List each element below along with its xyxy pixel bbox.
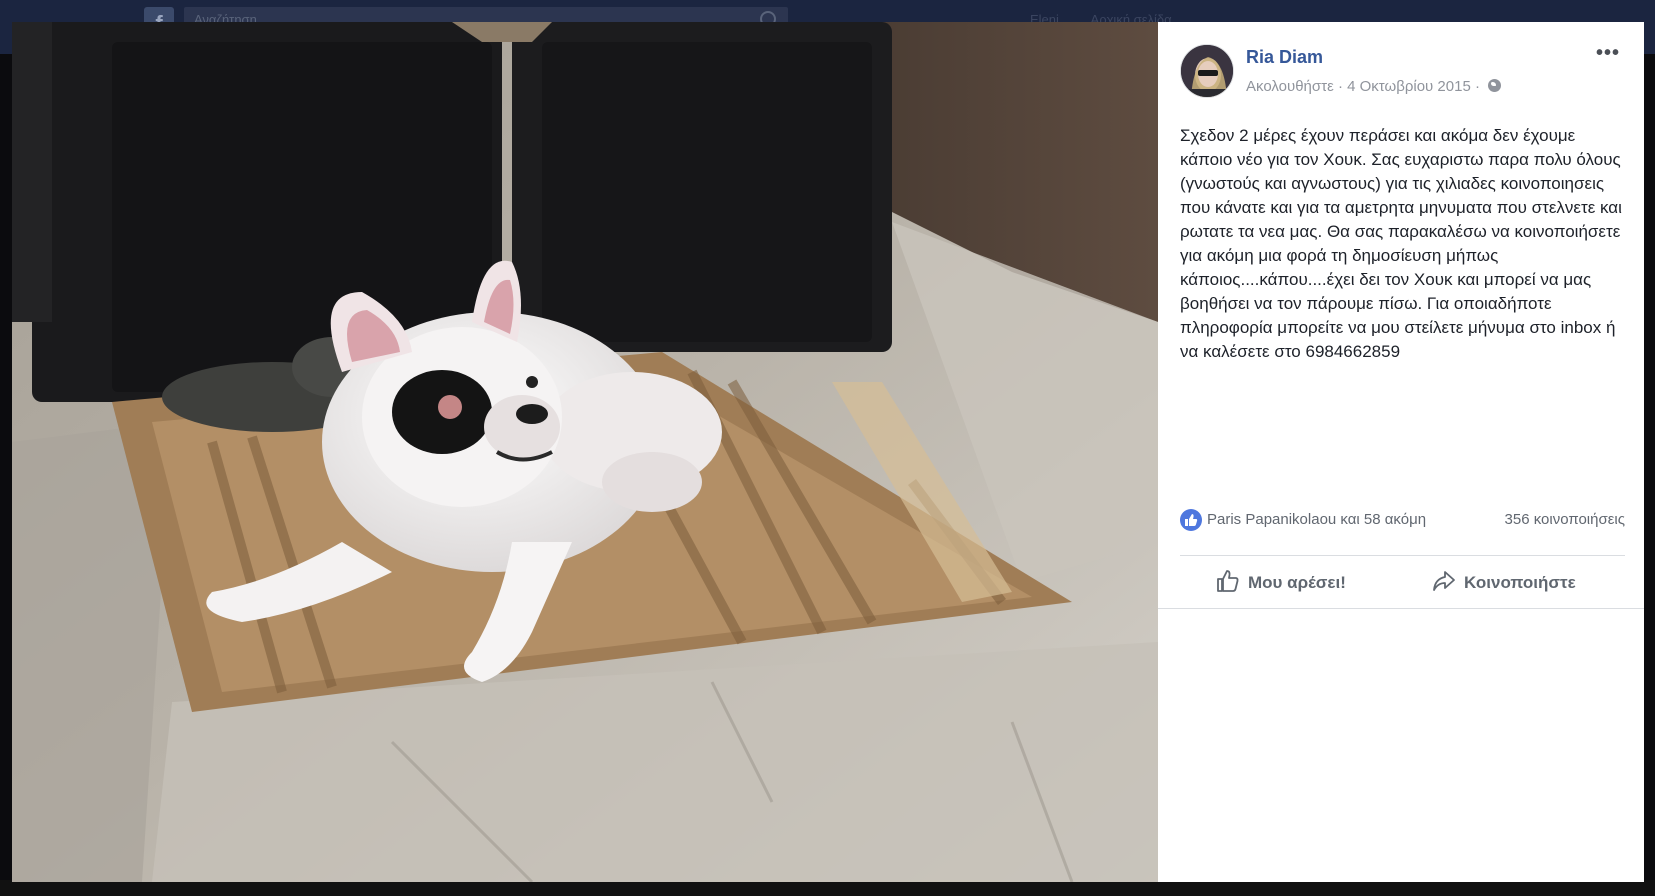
author-name-link[interactable]: Ria Diam <box>1246 47 1323 68</box>
post-details-panel: Ria Diam Ακολουθήστε · 4 Οκτωβρίου 2015 … <box>1158 22 1644 882</box>
follow-link[interactable]: Ακολουθήστε <box>1246 78 1334 95</box>
like-reaction-icon[interactable] <box>1180 509 1202 531</box>
reactors-summary-link[interactable]: Paris Papanikolaou και 58 ακόμη <box>1207 511 1426 528</box>
shares-count-link[interactable]: 356 κοινοποιήσεις <box>1505 511 1625 528</box>
reactions-row: Paris Papanikolaou και 58 ακόμη 356 κοιν… <box>1180 509 1625 539</box>
more-options-icon[interactable]: ••• <box>1596 43 1622 63</box>
bottom-strip <box>0 880 1655 896</box>
divider <box>1180 555 1625 556</box>
share-button[interactable]: Κοινοποιήστε <box>1432 562 1576 604</box>
share-button-label: Κοινοποιήστε <box>1464 573 1576 592</box>
like-button-label: Μου αρέσει! <box>1248 573 1346 592</box>
dog-photo-image <box>12 22 1158 882</box>
post-photo[interactable] <box>12 22 1158 882</box>
post-date-link[interactable]: 4 Οκτωβρίου 2015 <box>1347 78 1471 95</box>
avatar-image <box>1181 45 1233 97</box>
thumbs-up-icon <box>1216 567 1240 609</box>
meta-separator: · <box>1337 78 1343 95</box>
author-avatar[interactable] <box>1180 44 1234 98</box>
meta-separator-2: · <box>1474 78 1480 95</box>
post-text: Σχεδον 2 μέρες έχουν περάσει και ακόμα δ… <box>1180 126 1622 361</box>
share-arrow-icon <box>1432 567 1456 609</box>
like-button[interactable]: Μου αρέσει! <box>1216 562 1346 604</box>
bottom-divider <box>1158 608 1644 609</box>
globe-icon[interactable] <box>1488 79 1502 92</box>
post-meta: Ακολουθήστε · 4 Οκτωβρίου 2015 · <box>1246 78 1502 95</box>
post-action-bar: Μου αρέσει! Κοινοποιήστε <box>1158 562 1644 604</box>
